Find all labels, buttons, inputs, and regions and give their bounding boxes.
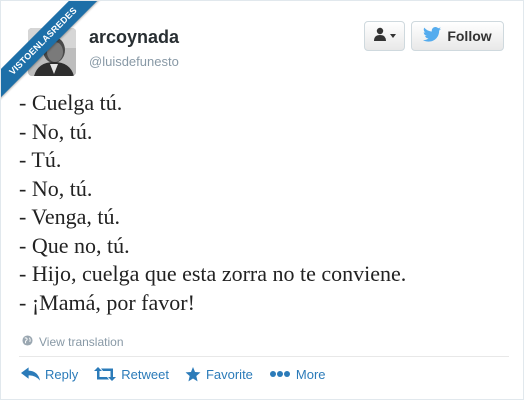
reply-arrow-icon bbox=[21, 367, 40, 381]
favorite-button[interactable]: Favorite bbox=[185, 366, 253, 382]
corner-ribbon: VISTOENLASREDES bbox=[1, 1, 111, 111]
more-label: More bbox=[295, 366, 326, 382]
tweet-line: - Hijo, cuelga que esta zorra no te conv… bbox=[19, 261, 407, 286]
view-translation-link[interactable]: View translation bbox=[22, 335, 124, 349]
tweet-text: - Cuelga tú. - No, tú. - Tú. - No, tú. -… bbox=[19, 89, 509, 317]
ribbon-label: VISTOENLASREDES bbox=[1, 1, 107, 105]
tweet-line: - Venga, tú. bbox=[19, 204, 121, 229]
retweet-icon bbox=[94, 367, 117, 381]
view-translation-label: View translation bbox=[39, 335, 124, 349]
twitter-bird-icon bbox=[423, 27, 442, 45]
divider bbox=[19, 356, 509, 357]
tweet-line: - Que no, tú. bbox=[19, 232, 130, 258]
star-icon bbox=[185, 366, 201, 382]
tweet-line: - No, tú. bbox=[19, 118, 93, 144]
more-dots-icon bbox=[269, 370, 291, 378]
more-button[interactable]: More bbox=[269, 367, 326, 382]
tweet-card: VISTOENLASREDES arcoynada @luisdefunesto bbox=[0, 0, 524, 400]
tweet-line: - ¡Mamá, por favor! bbox=[19, 289, 195, 315]
user-actions-button[interactable] bbox=[364, 21, 405, 51]
globe-icon bbox=[22, 335, 33, 349]
tweet-line: - Tú. bbox=[19, 147, 62, 172]
favorite-label: Favorite bbox=[205, 366, 253, 382]
follow-label: Follow bbox=[447, 28, 492, 44]
tweet-actions: Reply Retweet Favorite More bbox=[21, 363, 342, 385]
chevron-down-icon bbox=[390, 34, 396, 38]
reply-button[interactable]: Reply bbox=[21, 367, 78, 382]
follow-button[interactable]: Follow bbox=[411, 21, 504, 51]
retweet-label: Retweet bbox=[121, 366, 169, 382]
retweet-button[interactable]: Retweet bbox=[94, 367, 169, 382]
user-menu-icon bbox=[373, 27, 387, 46]
reply-label: Reply bbox=[45, 366, 79, 382]
tweet-line: - No, tú. bbox=[19, 175, 93, 201]
